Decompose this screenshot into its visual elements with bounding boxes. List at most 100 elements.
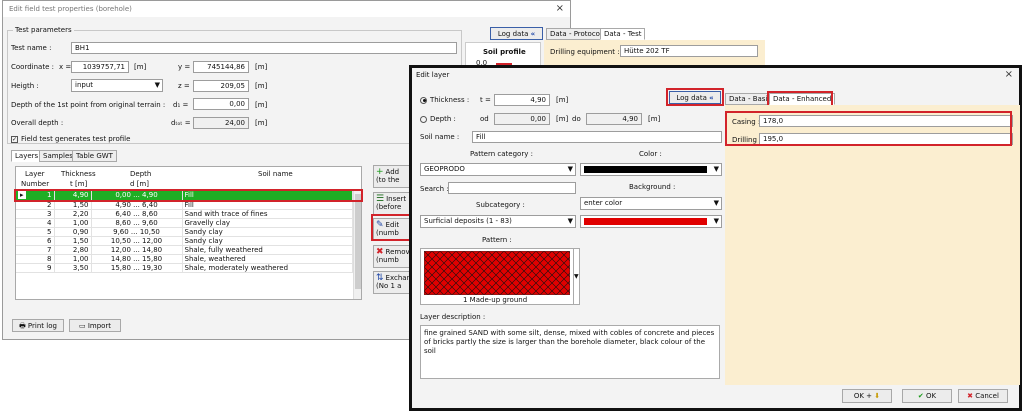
color-label: Color : xyxy=(639,150,662,158)
cell-depth: 14,80 ... 15,80 xyxy=(91,254,183,264)
tab-table-gwt[interactable]: Table GWT xyxy=(72,150,117,162)
log-data-button-main[interactable]: Log data « xyxy=(490,27,543,40)
edit-button-highlight xyxy=(371,214,413,241)
tab-data-protocol[interactable]: Data - Protocol xyxy=(546,28,606,40)
do-unit: [m] xyxy=(648,115,661,123)
table-header: Layer Number Thickness t [m] Depth d [m]… xyxy=(16,167,361,190)
od-label: od xyxy=(480,115,489,123)
cell-soil-name: Shale, weathered xyxy=(182,254,353,264)
chevron-down-icon: ▼ xyxy=(567,217,573,225)
drilling-equipment-input[interactable]: Hütte 202 TF xyxy=(620,45,758,57)
chevron-down-icon: ▼ xyxy=(713,217,719,225)
table-row[interactable]: 8 1,00 14,80 ... 15,80 Shale, weathered xyxy=(16,254,353,264)
add-button[interactable]: + Add (to the xyxy=(373,165,411,188)
exchange-button[interactable]: ⇅ Exchan (No 1 a xyxy=(373,271,411,294)
cell-soil-name: Sandy clay xyxy=(182,227,353,237)
color-select[interactable]: ▼ xyxy=(580,163,722,176)
cell-number: 5 xyxy=(16,227,55,237)
col-thickness: Thickness xyxy=(61,170,96,178)
z-label: z = xyxy=(178,82,190,90)
depth-first-point-label: Depth of the 1st point from original ter… xyxy=(11,101,166,109)
pattern-category-select[interactable]: GEOPRODO ▼ xyxy=(420,163,576,176)
ok-plus-button[interactable]: OK + ⬇ xyxy=(842,389,892,403)
table-row[interactable]: 7 2,80 12,00 ... 14,80 Shale, fully weather… xyxy=(16,245,353,255)
layers-table: Layer Number Thickness t [m] Depth d [m]… xyxy=(15,166,362,300)
soil-name-input[interactable]: Fill xyxy=(472,131,722,143)
z-input[interactable]: 209,05 xyxy=(193,80,249,92)
cell-thickness: 1,00 xyxy=(54,218,92,228)
x-label: x = xyxy=(59,63,72,71)
tab-data-test[interactable]: Data - Test xyxy=(600,28,646,40)
enhanced-data-panel: Casing : 178,0 Drilling : 195,0 xyxy=(725,105,1020,385)
chevron-down-icon: ▼ xyxy=(567,165,573,173)
insert-button[interactable]: ☰ Insert (before xyxy=(373,191,411,215)
table-row[interactable]: 4 1,00 8,60 ... 9,60 Gravelly clay xyxy=(16,218,353,228)
log-data-highlight xyxy=(666,88,724,106)
import-button[interactable]: ▭ Import xyxy=(69,319,121,332)
x-coordinate-input[interactable]: 1039757,71 xyxy=(71,61,129,73)
check-icon: ✓ xyxy=(11,135,18,143)
plus-icon: + xyxy=(376,167,384,177)
table-row[interactable]: 5 0,90 9,60 ... 10,50 Sandy clay xyxy=(16,227,353,237)
cell-thickness: 2,20 xyxy=(54,209,92,219)
group-title: Test parameters xyxy=(13,26,74,34)
table-scrollbar[interactable] xyxy=(353,191,361,299)
dialog-close-icon[interactable]: × xyxy=(1005,69,1013,80)
cell-thickness: 1,00 xyxy=(54,254,92,264)
background-select[interactable]: enter color ▼ xyxy=(580,197,722,210)
t-label: t = xyxy=(480,96,491,104)
exchange-icon: ⇅ xyxy=(376,273,384,283)
radio-icon xyxy=(420,115,427,123)
height-select[interactable]: input ▼ xyxy=(71,79,163,92)
od-unit: [m] xyxy=(556,115,569,123)
close-icon: ✖ xyxy=(967,392,973,400)
edit-layer-dialog-frame: Edit layer × Thickness : t = 4,90 [m] De… xyxy=(409,65,1022,411)
dtot-unit: [m] xyxy=(255,119,268,127)
cancel-button[interactable]: ✖ Cancel xyxy=(958,389,1008,403)
subcategory-select[interactable]: Surficial deposits (1 - 83) ▼ xyxy=(420,215,576,228)
chevron-down-icon: ▼ xyxy=(713,199,719,207)
pattern-preview[interactable]: 1 Made-up ground xyxy=(420,248,574,305)
cell-thickness: 3,50 xyxy=(54,263,92,273)
cell-number: 9 xyxy=(16,263,55,273)
search-input[interactable] xyxy=(448,182,576,194)
d1-input[interactable]: 0,00 xyxy=(193,98,249,110)
do-label: do xyxy=(572,115,581,123)
ok-button[interactable]: ✔ OK xyxy=(902,389,952,403)
close-icon[interactable]: × xyxy=(556,3,564,14)
generates-profile-checkbox[interactable]: ✓ Field test generates test profile xyxy=(11,135,130,143)
thickness-input[interactable]: 4,90 xyxy=(494,94,550,106)
test-name-input[interactable]: BH1 xyxy=(71,42,457,54)
thickness-radio[interactable]: Thickness : xyxy=(420,96,469,104)
cell-soil-name: Sandy clay xyxy=(182,236,353,246)
folder-icon: ▭ xyxy=(78,322,86,330)
remove-icon: ✖ xyxy=(376,246,384,257)
od-input: 0,00 xyxy=(494,113,550,125)
table-row[interactable]: 3 2,20 6,40 ... 8,60 Sand with trace of fin… xyxy=(16,209,353,219)
y-coordinate-input[interactable]: 745144,86 xyxy=(193,61,249,73)
d1-label: d₁ = xyxy=(173,101,189,109)
cell-thickness: 1,50 xyxy=(54,236,92,246)
col-number: Number xyxy=(21,180,50,188)
layers-grid: ▸ 1 4,90 0,00 ... 4,90 Fill 2 1,50 4,90 ... 6,4… xyxy=(16,191,353,273)
pattern-dropdown-arrow[interactable]: ▼ xyxy=(574,248,580,305)
cell-number: 4 xyxy=(16,218,55,228)
dtot-label: dₜₒₜ = xyxy=(171,119,191,127)
tab-layers[interactable]: Layers xyxy=(11,150,43,162)
d1-unit: [m] xyxy=(255,101,268,109)
foreground-color-select[interactable]: ▼ xyxy=(580,215,722,228)
print-log-button[interactable]: 🖶 Print log xyxy=(12,319,64,332)
layer-description-textarea[interactable]: fine grained SAND with some silt, dense,… xyxy=(420,325,720,379)
scroll-thumb[interactable] xyxy=(355,194,361,289)
table-row[interactable]: 9 3,50 15,80 ... 19,30 Shale, moderately we… xyxy=(16,263,353,273)
remove-button[interactable]: ✖ Remov (numb xyxy=(373,244,411,268)
radio-selected-icon xyxy=(420,96,427,104)
depth-radio[interactable]: Depth : xyxy=(420,115,456,123)
cell-soil-name: Sand with trace of fines xyxy=(182,209,353,219)
drilling-equipment-label: Drilling equipment : xyxy=(550,48,620,56)
table-row[interactable]: 6 1,50 10,50 ... 12,00 Sandy clay xyxy=(16,236,353,246)
cell-depth: 8,60 ... 9,60 xyxy=(91,218,183,228)
pattern-hatch-image xyxy=(424,251,570,295)
cell-number: 6 xyxy=(16,236,55,246)
main-window-title: Edit field test properties (borehole) xyxy=(3,1,570,17)
